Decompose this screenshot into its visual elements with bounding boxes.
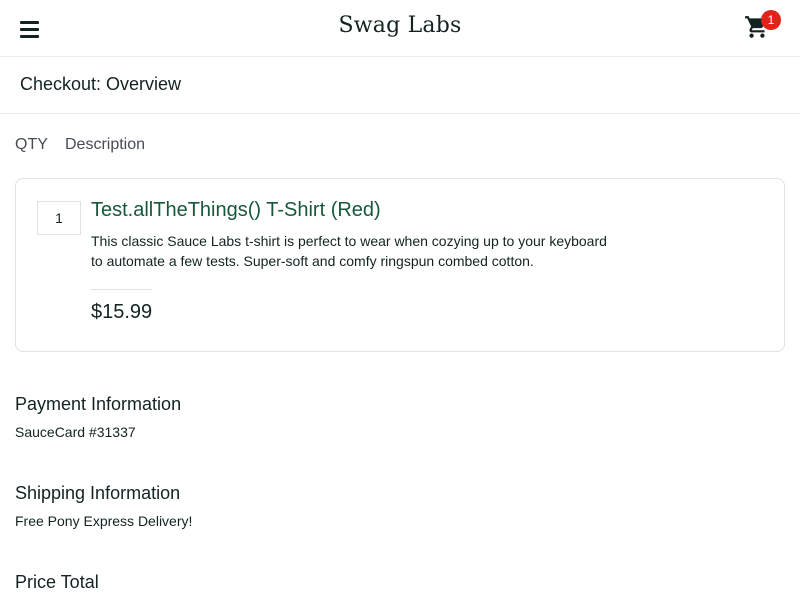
payment-info-label: Payment Information: [15, 394, 182, 414]
qty-column-label: QTY: [15, 136, 48, 153]
price-divider: [91, 289, 152, 290]
shipping-info-value: Free Pony Express Delivery!: [15, 513, 193, 529]
cart-item: 1 Test.allTheThings() T-Shirt (Red) This…: [15, 178, 785, 352]
item-description: This classic Sauce Labs t-shirt is perfe…: [91, 233, 607, 269]
page-title: Checkout: Overview: [20, 74, 182, 94]
payment-info-value: SauceCard #31337: [15, 424, 136, 440]
shipping-info-label: Shipping Information: [15, 483, 181, 503]
item-quantity: 1: [37, 201, 81, 235]
item-price: $15.99: [91, 301, 153, 323]
description-column-label: Description: [65, 136, 146, 153]
item-name-link[interactable]: Test.allTheThings() T-Shirt (Red): [91, 199, 381, 222]
cart-badge[interactable]: 1: [761, 10, 781, 30]
price-total-label: Price Total: [15, 572, 99, 592]
primary-header: Swag Labs 1: [0, 0, 800, 57]
app-logo: Swag Labs: [338, 13, 462, 38]
secondary-header: Checkout: Overview: [0, 57, 800, 114]
